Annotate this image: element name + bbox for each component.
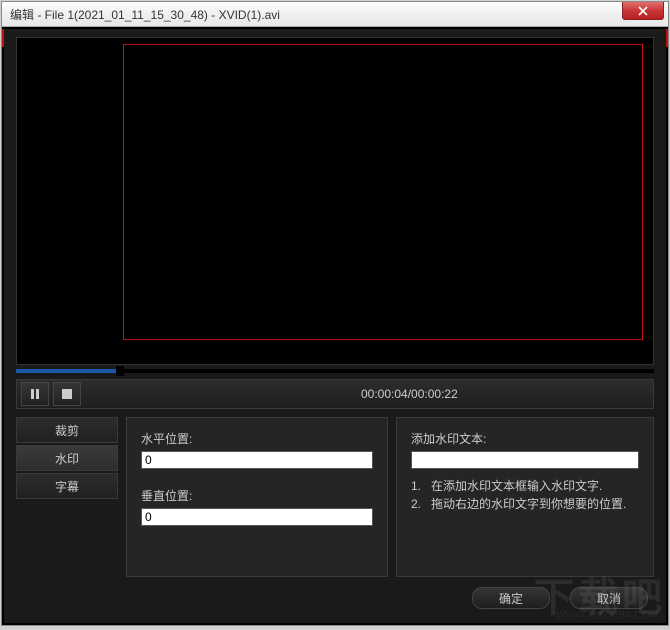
- window-title: 编辑 - File 1(2021_01_11_15_30_48) - XVID(…: [10, 6, 280, 23]
- close-icon: [638, 6, 648, 16]
- accent-right: [666, 29, 668, 47]
- instr1-num: 1.: [411, 477, 431, 495]
- position-panel: 水平位置: 垂直位置:: [126, 417, 388, 577]
- instr2-num: 2.: [411, 495, 431, 513]
- close-button[interactable]: [622, 2, 664, 20]
- progress-fill: [16, 369, 121, 373]
- editor-window: 编辑 - File 1(2021_01_11_15_30_48) - XVID(…: [1, 1, 669, 626]
- accent-left: [2, 29, 4, 47]
- v-pos-group: 垂直位置:: [141, 487, 373, 526]
- v-pos-label: 垂直位置:: [141, 487, 373, 504]
- time-display: 00:00:04/00:00:22: [361, 387, 458, 401]
- instr1-text: 在添加水印文本框输入水印文字.: [431, 477, 602, 495]
- titlebar[interactable]: 编辑 - File 1(2021_01_11_15_30_48) - XVID(…: [2, 2, 668, 27]
- progress-bar[interactable]: [16, 366, 654, 376]
- footer-buttons: 确定 取消: [472, 587, 648, 609]
- tab-watermark[interactable]: 水印: [16, 445, 118, 471]
- h-pos-label: 水平位置:: [141, 430, 373, 447]
- tab-crop[interactable]: 裁剪: [16, 417, 118, 443]
- editor-panels: 裁剪 水印 字幕 水平位置: 垂直位置: 添加水印文本: 1.在添加水印文本框输: [16, 417, 654, 577]
- tabs-column: 裁剪 水印 字幕: [16, 417, 118, 577]
- tab-subtitle[interactable]: 字幕: [16, 473, 118, 499]
- player-controls: 00:00:04/00:00:22: [16, 379, 654, 409]
- instr2-text: 拖动右边的水印文字到你想要的位置.: [431, 495, 626, 513]
- ok-button[interactable]: 确定: [472, 587, 550, 609]
- pause-button[interactable]: [21, 382, 49, 406]
- stop-icon: [62, 389, 72, 399]
- text-panel: 添加水印文本: 1.在添加水印文本框输入水印文字. 2.拖动右边的水印文字到你想…: [396, 417, 654, 577]
- instructions: 1.在添加水印文本框输入水印文字. 2.拖动右边的水印文字到你想要的位置.: [411, 477, 639, 513]
- watermark-text-input[interactable]: [411, 451, 639, 469]
- bg-watermark-sub: WWW.XIAZAIBA.COM: [556, 610, 658, 621]
- h-pos-input[interactable]: [141, 451, 373, 469]
- h-pos-group: 水平位置:: [141, 430, 373, 469]
- pause-icon: [30, 389, 40, 399]
- progress-handle[interactable]: [116, 366, 124, 376]
- video-preview[interactable]: [16, 37, 654, 365]
- add-text-label: 添加水印文本:: [411, 430, 639, 447]
- stop-button[interactable]: [53, 382, 81, 406]
- cancel-button[interactable]: 取消: [570, 587, 648, 609]
- content-area: 00:00:04/00:00:22 裁剪 水印 字幕 水平位置: 垂直位置: 添…: [2, 27, 668, 625]
- watermark-drag-region[interactable]: [123, 44, 643, 340]
- v-pos-input[interactable]: [141, 508, 373, 526]
